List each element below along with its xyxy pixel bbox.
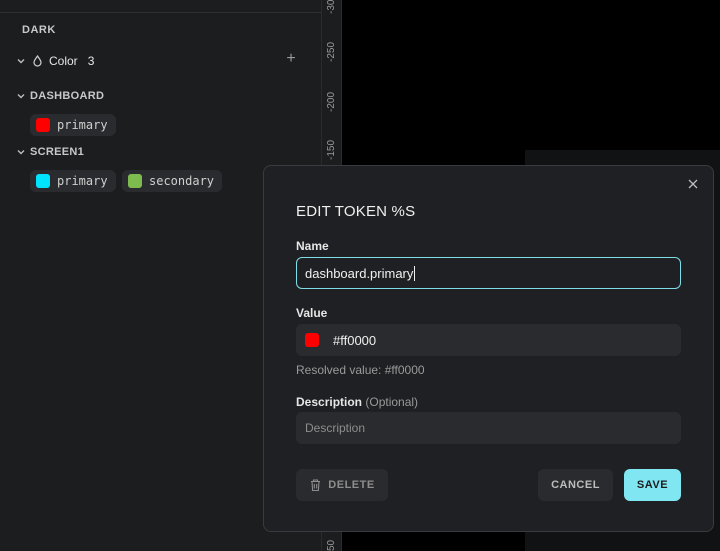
modal-title: EDIT TOKEN %S — [296, 203, 416, 220]
section-title: DARK — [22, 24, 56, 36]
divider — [0, 12, 322, 13]
edit-token-modal: EDIT TOKEN %S Name dashboard.primary Val… — [263, 165, 714, 532]
description-input[interactable]: Description — [296, 412, 681, 444]
color-swatch — [128, 174, 142, 188]
ruler-tick-label: -300 — [326, 0, 337, 14]
name-label: Name — [296, 239, 329, 253]
token-name: secondary — [149, 174, 215, 188]
color-swatch — [36, 174, 50, 188]
delete-label: DELETE — [328, 479, 375, 491]
token-pill-dashboard-primary[interactable]: primary — [30, 114, 116, 136]
group-label: SCREEN1 — [30, 146, 85, 158]
group-dashboard[interactable]: DASHBOARD — [16, 90, 104, 102]
ruler-tick-label: -150 — [326, 139, 337, 160]
description-label-text: Description — [296, 395, 363, 409]
chevron-down-icon[interactable] — [16, 147, 26, 157]
group-screen1[interactable]: SCREEN1 — [16, 146, 84, 158]
color-group-label: Color — [49, 54, 78, 68]
ruler-tick-label: -250 — [326, 41, 337, 62]
ruler-tick-label: 50 — [326, 539, 337, 551]
ruler-tick-label: -200 — [326, 91, 337, 112]
save-button[interactable]: SAVE — [624, 469, 681, 501]
text-caret — [414, 265, 416, 281]
name-input[interactable]: dashboard.primary — [296, 257, 681, 289]
delete-button[interactable]: DELETE — [296, 469, 388, 501]
description-placeholder: Description — [305, 421, 366, 435]
optional-hint: (Optional) — [365, 395, 419, 409]
droplet-icon — [33, 55, 42, 67]
token-name: primary — [57, 118, 108, 132]
resolved-value: Resolved value: #ff0000 — [296, 363, 425, 377]
cancel-button[interactable]: CANCEL — [538, 469, 613, 501]
token-name: primary — [57, 174, 108, 188]
token-pill-screen1-primary[interactable]: primary — [30, 170, 116, 192]
token-pill-screen1-secondary[interactable]: secondary — [122, 170, 223, 192]
add-token-button[interactable]: + — [282, 50, 300, 68]
color-swatch — [36, 118, 50, 132]
close-icon[interactable] — [687, 178, 699, 190]
value-label: Value — [296, 306, 328, 320]
color-swatch[interactable] — [305, 333, 319, 347]
value-input[interactable]: #ff0000 — [296, 324, 681, 356]
value-input-text: #ff0000 — [333, 332, 377, 348]
chevron-down-icon[interactable] — [16, 56, 26, 66]
description-label: Description (Optional) — [296, 395, 418, 409]
color-group-count: 3 — [87, 54, 95, 68]
color-group-header[interactable]: Color 3 + — [16, 50, 306, 70]
group-label: DASHBOARD — [30, 90, 105, 102]
trash-icon — [311, 479, 321, 492]
name-input-value: dashboard.primary — [305, 265, 414, 281]
chevron-down-icon[interactable] — [16, 91, 26, 101]
